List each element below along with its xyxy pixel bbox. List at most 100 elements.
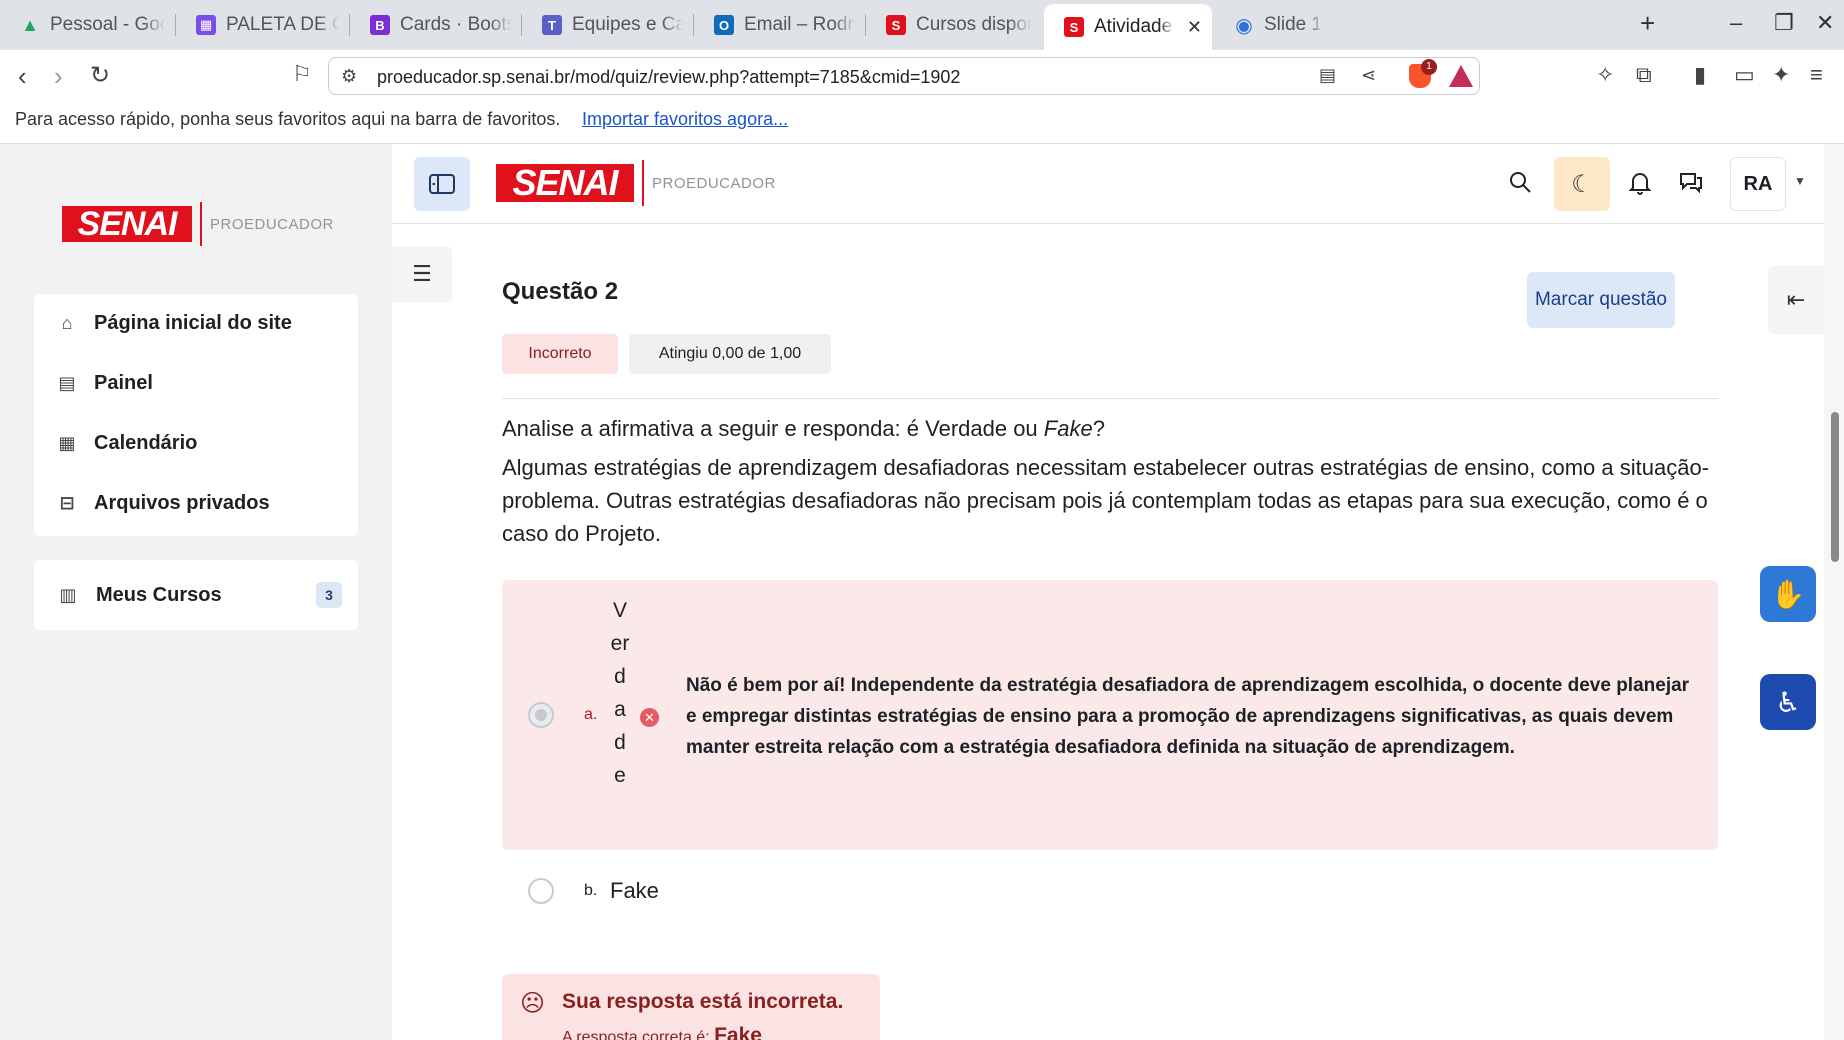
browser-tab[interactable]: ▦ PALETA DE CORES (176, 0, 350, 50)
senai-icon: S (886, 15, 906, 35)
sidebar-icon[interactable]: ▮ (1694, 62, 1706, 88)
incorrect-icon: ✕ (640, 708, 659, 727)
option-b-radio[interactable] (528, 878, 554, 904)
dashboard-icon: ▤ (58, 372, 76, 393)
divider (502, 398, 1718, 399)
chevron-down-icon[interactable]: ▼ (1794, 174, 1806, 188)
reader-mode-icon[interactable]: ▤ (1319, 65, 1336, 86)
block-drawer-toggle[interactable]: ⇤ (1768, 266, 1824, 334)
url-text[interactable]: proeducador.sp.senai.br/mod/quiz/review.… (377, 67, 960, 88)
nav-item-label: Página inicial do site (94, 311, 292, 334)
messages-icon[interactable] (1678, 170, 1704, 201)
nav-item-private-files[interactable]: ⊟ Arquivos privados (34, 474, 358, 532)
browser-tab[interactable]: T Equipes e Canais (522, 0, 694, 50)
browser-tab[interactable]: S Cursos disponíveis (866, 0, 1042, 50)
tab-search-icon[interactable]: ⧉ (1636, 62, 1652, 88)
nav-item-label: Calendário (94, 431, 198, 454)
forward-icon[interactable]: › (54, 61, 63, 92)
browser-tab[interactable]: B Cards · Bootstrap (350, 0, 522, 50)
browser-toolbar: ‹ › ↻ ⚐ ⚙ proeducador.sp.senai.br/mod/qu… (0, 50, 1844, 100)
close-window-icon[interactable]: ✕ (1816, 10, 1834, 36)
restore-icon[interactable]: ❐ (1774, 10, 1794, 36)
answer-option-b: b. Fake (502, 860, 902, 920)
sign-language-button[interactable]: ✋ (1760, 566, 1816, 622)
outlook-icon: O (714, 15, 734, 35)
new-tab-icon[interactable]: + (1640, 8, 1655, 39)
scrollbar[interactable]: ▲ (1824, 144, 1844, 1040)
reload-icon[interactable]: ↻ (90, 61, 110, 90)
share-icon[interactable]: ⋖ (1361, 65, 1376, 86)
leo-icon[interactable]: ✦ (1772, 62, 1790, 88)
drawer-toggle-button[interactable] (414, 157, 470, 211)
nav-item-calendar[interactable]: ▦ Calendário (34, 414, 358, 472)
senai-logo: SENAI (62, 205, 192, 243)
option-feedback: Não é bem por aí! Independente da estrat… (686, 675, 1690, 758)
bookmarks-bar: Para acesso rápido, ponha seus favoritos… (0, 100, 1844, 144)
site-logo[interactable]: SENAI PROEDUCADOR (62, 202, 334, 246)
bookmarks-hint: Para acesso rápido, ponha seus favoritos… (15, 109, 561, 129)
browser-tab[interactable]: ▲ Pessoal - Google (0, 0, 176, 50)
google-drive-icon: ▲ (21, 14, 39, 35)
search-icon[interactable] (1508, 170, 1532, 201)
inbox-icon: ⊟ (59, 492, 75, 513)
question-text: Analise a afirmativa a seguir e responda… (502, 412, 1718, 556)
main-region: SENAI PROEDUCADOR ☾ RA ▼ ☰ ⇤ Questão 2 M… (392, 144, 1824, 1040)
accessibility-icon: ♿ (1775, 686, 1801, 718)
my-courses-label: Meus Cursos (96, 583, 222, 606)
open-blocks-icon: ⇤ (1786, 287, 1806, 312)
address-bar[interactable]: ⚙ proeducador.sp.senai.br/mod/quiz/revie… (328, 57, 1480, 95)
back-icon[interactable]: ‹ (18, 61, 27, 92)
calendar-icon: ▦ (58, 432, 76, 453)
browser-tab-active[interactable]: S Atividade 05 ✕ (1044, 4, 1212, 50)
browser-tab-strip: ▲ Pessoal - Google ▦ PALETA DE CORES B C… (0, 0, 1844, 50)
brave-rewards-icon[interactable] (1449, 65, 1473, 87)
browser-tab[interactable]: ◉ Slide 1 (1214, 0, 1390, 50)
primary-nav: ⌂ Página inicial do site ▤ Painel ▦ Cale… (34, 294, 358, 536)
outcome-title: Sua resposta está incorreta. (562, 990, 844, 1013)
option-a-radio[interactable] (528, 702, 554, 728)
extensions-icon[interactable]: ✧ (1596, 62, 1614, 88)
menu-icon[interactable]: ≡ (1810, 62, 1823, 88)
state-badge: Incorreto (502, 334, 618, 374)
nav-drawer: SENAI PROEDUCADOR ⌂ Página inicial do si… (0, 144, 392, 1040)
dark-mode-toggle[interactable]: ☾ (1554, 157, 1610, 211)
flag-question-button[interactable]: Marcar questão (1527, 272, 1675, 328)
notifications-bell-icon[interactable] (1628, 170, 1652, 203)
list-icon: ☰ (412, 261, 432, 286)
senai-logo: SENAI (496, 162, 634, 203)
scrollbar-thumb[interactable] (1831, 412, 1839, 562)
calendar-icon: ▦ (196, 15, 216, 35)
nav-item-home[interactable]: ⌂ Página inicial do site (34, 294, 358, 352)
option-a-text: Verdade (610, 599, 630, 787)
moon-icon: ☾ (1571, 170, 1593, 198)
sad-face-icon: ☹ (520, 990, 546, 1017)
bookmark-icon[interactable]: ⚐ (292, 61, 312, 87)
tab-title: Cursos disponíveis (916, 14, 1032, 35)
user-avatar[interactable]: RA (1730, 157, 1786, 211)
close-icon[interactable]: ✕ (1187, 17, 1202, 38)
wallet-icon[interactable]: ▭ (1734, 62, 1755, 88)
header-logo[interactable]: SENAI PROEDUCADOR (496, 160, 776, 206)
logo-subtitle: PROEDUCADOR (652, 174, 776, 192)
tab-title: PALETA DE CORES (226, 14, 340, 35)
my-courses[interactable]: ▥ Meus Cursos 3 (34, 560, 358, 630)
site-settings-icon[interactable]: ⚙ (341, 66, 357, 87)
right-answer: A resposta correta é: Fake (562, 1024, 762, 1040)
option-letter: a. (584, 706, 598, 723)
logo-subtitle: PROEDUCADOR (210, 215, 334, 233)
minimize-icon[interactable]: – (1730, 10, 1742, 36)
question-statement: Algumas estratégias de aprendizagem desa… (502, 455, 1710, 546)
courses-count-badge: 3 (316, 582, 342, 608)
sidebar-toggle-icon (429, 174, 455, 194)
nav-item-dashboard[interactable]: ▤ Painel (34, 354, 358, 412)
page: SENAI PROEDUCADOR ⌂ Página inicial do si… (0, 144, 1844, 1040)
course-index-toggle[interactable]: ☰ (392, 246, 452, 302)
accessibility-button[interactable]: ♿ (1760, 674, 1816, 730)
browser-tab[interactable]: O Email – Rodrigo A (694, 0, 866, 50)
tab-title: Slide 1 (1264, 14, 1323, 35)
courses-icon: ▥ (59, 584, 77, 605)
tab-title: Atividade 05 (1094, 16, 1175, 37)
top-navbar: SENAI PROEDUCADOR ☾ RA ▼ (392, 144, 1824, 224)
tab-title: Cards · Bootstrap (400, 14, 512, 35)
import-bookmarks-link[interactable]: Importar favoritos agora... (582, 109, 788, 130)
